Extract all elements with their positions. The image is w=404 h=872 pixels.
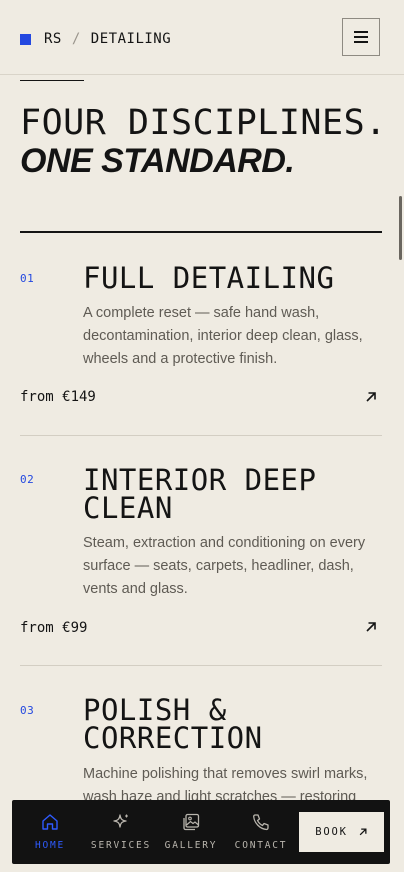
- brand-mark-icon: [20, 33, 31, 45]
- page-headline: FOUR DISCIPLINES. ONE STANDARD.: [20, 103, 387, 180]
- sparkle-icon: [113, 814, 128, 828]
- nav-item-contact[interactable]: CONTACT: [225, 812, 297, 851]
- headline-line-2: ONE STANDARD.: [20, 142, 295, 180]
- service-description: A complete reset — safe hand wash, decon…: [83, 305, 363, 367]
- nav-label: HOME: [34, 840, 66, 851]
- book-label: BOOK: [315, 826, 348, 838]
- service-price: from €99: [20, 620, 88, 636]
- service-title: FULL DETAILING: [83, 261, 335, 295]
- nav-item-services[interactable]: SERVICES: [85, 812, 157, 851]
- book-button[interactable]: BOOK: [299, 812, 384, 852]
- short-divider: [20, 80, 84, 81]
- top-header: RS / DETAILING: [0, 0, 404, 75]
- arrow-up-right-icon[interactable]: [364, 390, 378, 404]
- service-title: INTERIOR DEEP CLEAN: [83, 463, 317, 525]
- service-number: 03: [20, 704, 35, 717]
- service-description: Steam, extraction and conditioning on ev…: [83, 535, 366, 597]
- menu-button[interactable]: [342, 18, 380, 56]
- nav-item-gallery[interactable]: GALLERY: [155, 812, 227, 851]
- bottom-nav: HOME SERVICES GALLERY CONTACT BOOK: [12, 800, 390, 864]
- service-divider: [20, 665, 382, 666]
- hamburger-icon: [354, 28, 368, 46]
- headline-line-1: FOUR DISCIPLINES.: [20, 103, 387, 143]
- brand-code: RS: [44, 31, 62, 47]
- breadcrumb-section: DETAILING: [90, 31, 172, 47]
- service-divider: [20, 435, 382, 436]
- phone-icon: [253, 814, 269, 831]
- service-title: POLISH & CORRECTION: [83, 693, 263, 755]
- arrow-up-right-icon[interactable]: [364, 620, 378, 634]
- nav-label: GALLERY: [164, 840, 218, 851]
- brand-breadcrumb[interactable]: RS / DETAILING: [20, 31, 171, 47]
- nav-label: SERVICES: [90, 840, 152, 851]
- service-number: 02: [20, 473, 35, 486]
- gallery-icon: [183, 813, 200, 831]
- breadcrumb-separator: /: [71, 31, 81, 47]
- nav-item-home[interactable]: HOME: [14, 812, 86, 851]
- section-divider: [20, 231, 382, 233]
- service-price: from €149: [20, 389, 96, 405]
- service-number: 01: [20, 272, 35, 285]
- home-icon: [42, 814, 58, 830]
- nav-label: CONTACT: [234, 840, 288, 851]
- arrow-up-right-icon: [359, 828, 367, 836]
- scrollbar-thumb[interactable]: [399, 196, 402, 260]
